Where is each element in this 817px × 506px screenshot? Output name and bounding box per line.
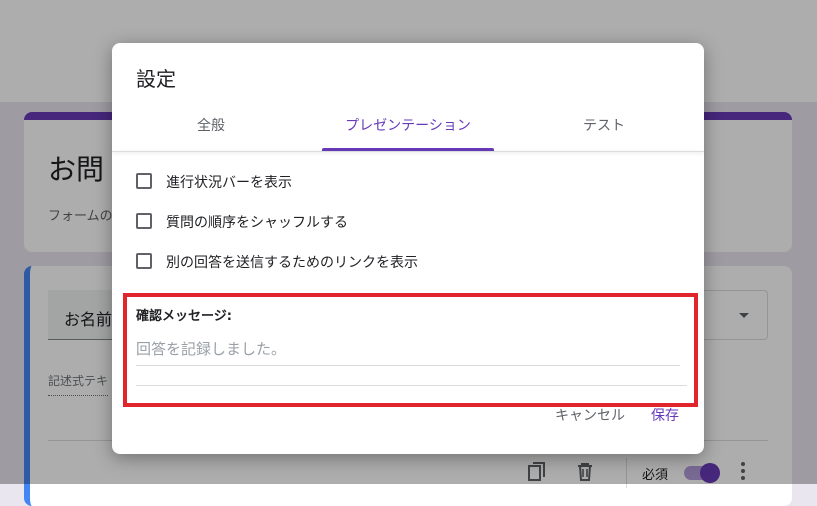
- option-label: 進行状況バーを表示: [166, 175, 292, 191]
- tab-test[interactable]: テスト: [532, 115, 676, 151]
- cancel-button[interactable]: キャンセル: [555, 405, 625, 425]
- option-label: 質問の順序をシャッフルする: [166, 215, 348, 231]
- tab-presentation[interactable]: プレゼンテーション: [322, 115, 494, 151]
- checkbox-show-progress-bar[interactable]: [136, 173, 152, 189]
- settings-tabs: 全般 プレゼンテーション テスト: [112, 115, 704, 151]
- option-label: 別の回答を送信するためのリンクを表示: [166, 255, 418, 271]
- save-button[interactable]: 保存: [651, 405, 679, 425]
- confirmation-message-section: 確認メッセージ:: [136, 305, 687, 405]
- tabs-divider: [112, 151, 704, 152]
- input-underline: [136, 365, 680, 366]
- confirmation-message-label: 確認メッセージ:: [136, 309, 232, 324]
- confirmation-message-input[interactable]: [136, 337, 680, 361]
- tab-general[interactable]: 全般: [142, 115, 280, 151]
- checkbox-show-resubmit-link[interactable]: [136, 253, 152, 269]
- checkbox-shuffle-question-order[interactable]: [136, 213, 152, 229]
- dialog-title: 設定: [136, 67, 176, 91]
- settings-dialog: 設定 全般 プレゼンテーション テスト 進行状況バーを表示 質問の順序をシャッフ…: [112, 43, 704, 454]
- section-divider: [136, 385, 687, 386]
